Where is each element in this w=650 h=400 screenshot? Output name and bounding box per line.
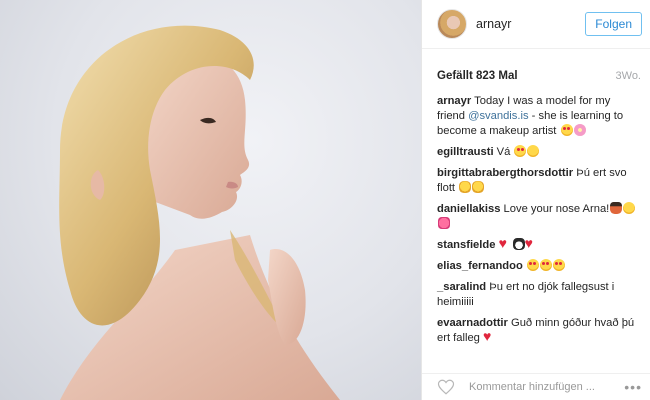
likes-row: Gefällt 823 Mal 3Wo. (422, 49, 650, 86)
face-emoji-icon (527, 145, 540, 157)
avatar[interactable] (437, 9, 467, 39)
heart-emoji-icon (499, 237, 512, 250)
comment-username[interactable]: egilltrausti (437, 146, 494, 158)
heart-eyes-emoji-icon (539, 259, 552, 271)
heart-eyes-emoji-icon (552, 259, 565, 271)
comment-username[interactable]: _saralind (437, 281, 486, 293)
comment-username[interactable]: evaarnadottir (437, 317, 508, 329)
heart-eyes-emoji-icon (514, 145, 527, 157)
heart-emoji-icon (525, 237, 538, 250)
comment-text: Vá (493, 146, 514, 158)
comment: daniellakiss Love your nose Arna! (437, 202, 640, 232)
penguin-emoji-icon (512, 238, 525, 250)
heart-icon[interactable] (437, 378, 455, 396)
heart-eyes-emoji-icon (526, 259, 539, 271)
comment-username[interactable]: stansfielde (437, 239, 495, 251)
like-count[interactable]: Gefällt 823 Mal (437, 70, 518, 82)
comment: stansfielde (437, 237, 640, 253)
hands-emoji-icon (459, 181, 472, 193)
follow-button[interactable]: Folgen (585, 12, 642, 36)
post-age[interactable]: 3Wo. (616, 70, 641, 82)
comment: egilltrausti Vá (437, 145, 640, 160)
heart-eyes-emoji-icon (560, 124, 573, 136)
post-footer: ••• (422, 373, 650, 400)
comment: arnayr Today I was a model for my friend… (437, 94, 640, 139)
pinkheart-emoji-icon (438, 217, 450, 229)
heart-emoji-icon (483, 330, 496, 343)
comment: evaarnadottir Guð minn góður hvað þú ert… (437, 316, 640, 346)
post-header: arnayr Folgen (422, 0, 650, 49)
comment-username[interactable]: elias_fernandoo (437, 260, 523, 272)
flower-emoji-icon (573, 124, 586, 136)
comment: birgittabrabergthorsdottir Þú ert svo fl… (437, 166, 640, 196)
face-emoji-icon (623, 202, 636, 214)
post-photo[interactable] (0, 0, 421, 400)
comment-username[interactable]: daniellakiss (437, 203, 500, 215)
comment: _saralind Þu ert no djók fallegsust i he… (437, 280, 640, 310)
hands-emoji-icon (472, 181, 485, 193)
comment-text: Love your nose Arna! (500, 203, 610, 215)
header-username[interactable]: arnayr (476, 17, 585, 31)
comment-username[interactable]: birgittabrabergthorsdottir (437, 167, 573, 179)
mention-link[interactable]: @svandis.is (468, 110, 528, 122)
post-sidebar: arnayr Folgen Gefällt 823 Mal 3Wo. arnay… (421, 0, 650, 400)
comment-input[interactable] (469, 381, 625, 393)
comment-text (523, 260, 526, 272)
photo-illustration (59, 25, 340, 400)
comment-list: arnayr Today I was a model for my friend… (422, 86, 650, 346)
comment: elias_fernandoo (437, 259, 640, 274)
comment-username[interactable]: arnayr (437, 95, 471, 107)
dancer-emoji-icon (610, 202, 623, 214)
more-options-icon[interactable]: ••• (624, 379, 642, 395)
